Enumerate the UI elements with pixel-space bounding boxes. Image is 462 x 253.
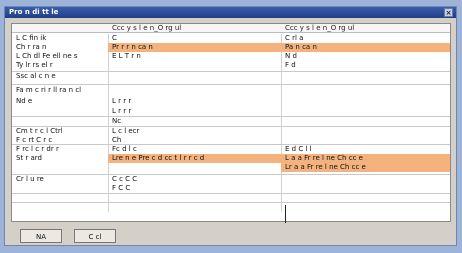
property-value-2[interactable]: Lr a a Fr re l ne Ch cc e <box>281 163 450 172</box>
property-value-2[interactable]: Pa n ca n <box>281 43 450 52</box>
text-cursor <box>285 205 286 214</box>
property-value-1[interactable] <box>108 61 281 70</box>
property-value-2[interactable] <box>281 72 450 81</box>
property-name: L Ch dl Fe ell ne s <box>16 52 78 60</box>
property-name: Fa m c ri r ll ra n cl <box>16 86 82 94</box>
property-value-1[interactable]: C <box>108 34 281 43</box>
property-name: St r ard <box>16 154 43 162</box>
property-value-2[interactable] <box>281 107 450 116</box>
property-value-1[interactable]: E L T r n <box>108 52 281 61</box>
property-row[interactable]: Ssc al c n e <box>12 72 450 81</box>
property-row[interactable]: L C fin ik C C rl a <box>12 34 450 43</box>
property-row[interactable]: L Ch dl Fe ell ne s E L T r nN d <box>12 52 450 61</box>
row-separator <box>12 193 450 194</box>
column-header-2[interactable]: Ccc y s l e n_O rg ul <box>281 24 450 33</box>
row-separator <box>12 126 450 127</box>
row-separator <box>12 71 450 72</box>
property-name: Ty lr rs el r <box>16 61 53 69</box>
property-value-2[interactable] <box>281 127 450 136</box>
property-value-1[interactable]: Fc d l c <box>108 145 281 154</box>
property-value-2[interactable] <box>281 184 450 193</box>
property-name <box>12 163 108 172</box>
property-name <box>12 184 108 193</box>
text-cursor <box>285 214 286 223</box>
row-separator <box>12 174 450 175</box>
property-value-2[interactable]: C rl a <box>281 34 450 43</box>
property-row[interactable]: Nc <box>12 117 450 126</box>
property-name: F rc l c r dr r <box>16 145 59 153</box>
property-value-2[interactable]: E d C l l <box>281 145 450 154</box>
property-value-1[interactable]: Nc <box>108 117 281 126</box>
row-separator <box>12 144 450 145</box>
property-value-1[interactable]: L r r r <box>108 107 281 116</box>
column-header-1[interactable]: Ccc y s l e n_O rg ul <box>108 24 281 33</box>
property-name: Nd e <box>16 97 33 105</box>
property-row[interactable]: Lr a a Fr re l ne Ch cc e <box>12 163 450 172</box>
property-value-1[interactable]: L r r r <box>108 97 281 106</box>
ok-button[interactable]: NA <box>20 229 62 243</box>
property-value-2[interactable]: L a a Fr re l ne Ch cc e <box>281 154 450 163</box>
property-row[interactable]: F rc l c r dr r Fc d l cE d C l l <box>12 145 450 154</box>
property-row[interactable]: St r ard Lre n e Pre c d cc t l r r c dL … <box>12 154 450 163</box>
property-name: Ssc al c n e <box>16 72 56 80</box>
cancel-button[interactable]: C cl <box>74 229 116 243</box>
property-value-1[interactable]: L c l ecr <box>108 127 281 136</box>
property-value-1[interactable]: Pr r r n ca n <box>108 43 281 52</box>
property-row[interactable]: Fa m c ri r ll ra n cl <box>12 86 450 95</box>
property-value-2[interactable] <box>281 97 450 106</box>
properties-dialog: Pro n di tt le × Ccc y s l e n_O rg ul C… <box>4 6 457 246</box>
property-value-1[interactable] <box>108 86 281 95</box>
property-name: Cm t r c l Ctrl <box>16 127 63 135</box>
close-icon[interactable]: × <box>444 8 453 17</box>
property-row[interactable]: Cr l u re C c C C <box>12 175 450 184</box>
property-value-2[interactable] <box>281 86 450 95</box>
row-separator <box>12 84 450 85</box>
column-header-property <box>12 24 108 33</box>
property-value-2[interactable] <box>281 117 450 126</box>
property-row[interactable]: Nd e L r r r <box>12 97 450 106</box>
property-value-2[interactable] <box>281 175 450 184</box>
row-separator <box>12 116 450 117</box>
property-value-1[interactable]: C c C C <box>108 175 281 184</box>
property-row[interactable]: Ch r ra n Pr r r n ca n Pa n ca n <box>12 43 450 52</box>
property-name: L C fin ik <box>16 34 47 42</box>
property-value-2[interactable]: N d <box>281 52 450 61</box>
property-value-2[interactable]: F d <box>281 61 450 70</box>
property-grid: Ccc y s l e n_O rg ul Ccc y s l e n_O rg… <box>11 23 451 223</box>
property-row[interactable]: Ty lr rs el r F d <box>12 61 450 70</box>
row-separator <box>12 202 450 203</box>
property-name: Cr l u re <box>16 175 44 183</box>
property-value-1[interactable] <box>108 72 281 81</box>
property-value-1[interactable] <box>108 163 281 172</box>
property-row[interactable]: Cm t r c l Ctrl L c l ecr <box>12 127 450 136</box>
title-bar: Pro n di tt le × <box>5 7 456 18</box>
property-value-1[interactable]: Lre n e Pre c d cc t l r r c d <box>108 154 281 163</box>
property-row[interactable]: F C C <box>12 184 450 193</box>
dialog-title: Pro n di tt le <box>9 8 59 16</box>
property-name: Ch r ra n <box>16 43 47 51</box>
property-name <box>12 117 108 126</box>
property-value-1[interactable]: F C C <box>108 184 281 193</box>
property-name <box>12 107 108 116</box>
property-row[interactable]: L r r r <box>12 107 450 116</box>
